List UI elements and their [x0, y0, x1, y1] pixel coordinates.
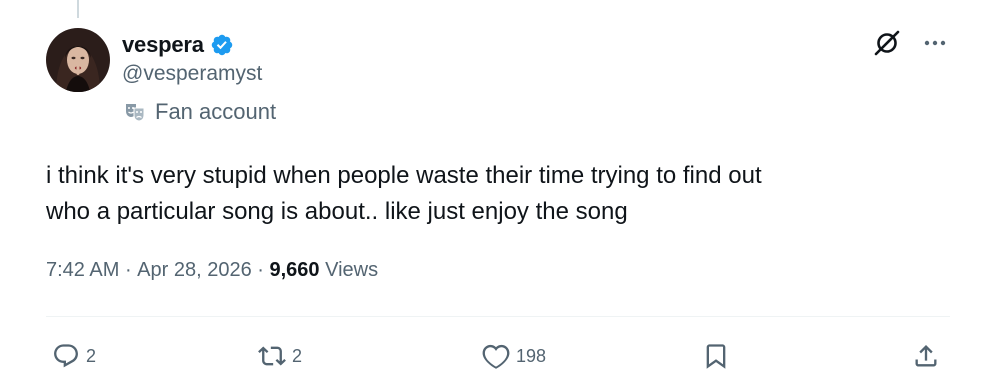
like-icon [482, 344, 510, 369]
tweet-top-actions [872, 28, 950, 58]
like-button[interactable]: 198 [482, 336, 546, 376]
tweet-text-line: who a particular song is about.. like ju… [46, 198, 628, 225]
author-name-row: vespera [122, 30, 234, 60]
author-display-name[interactable]: vespera [122, 32, 204, 58]
share-button[interactable] [912, 336, 940, 376]
tweet-text-line: i think it's very stupid when people was… [46, 162, 762, 189]
avatar-image [46, 28, 110, 92]
like-count: 198 [516, 345, 547, 366]
drama-masks-icon [124, 101, 146, 123]
reply-count: 2 [86, 345, 97, 366]
bookmark-button[interactable] [702, 336, 730, 376]
reply-button[interactable]: 2 [52, 336, 96, 376]
author-handle[interactable]: @vesperamyst [122, 62, 262, 86]
affiliation-label-text[interactable]: Fan account [155, 99, 276, 125]
meta-separator: · [251, 259, 270, 281]
tweet-time[interactable]: 7:42 AM [46, 259, 119, 282]
affiliation-label: Fan account [124, 99, 276, 125]
tweet-meta: 7:42 AM · Apr 28, 2026 · 9,660 Views [46, 259, 378, 282]
verified-badge-icon [210, 33, 234, 57]
bookmark-icon [706, 344, 726, 369]
share-icon [915, 345, 937, 367]
tweet-detail: vespera @vesperamyst Fan account i think… [0, 0, 1008, 390]
meta-separator: · [119, 259, 138, 281]
tweet-date[interactable]: Apr 28, 2026 [137, 259, 252, 282]
repost-icon [258, 346, 286, 366]
avatar[interactable] [46, 28, 110, 92]
repost-count: 2 [292, 345, 303, 366]
grok-icon[interactable] [872, 28, 902, 58]
thread-connector-line [77, 0, 79, 18]
more-options-icon[interactable] [920, 28, 950, 58]
tweet-text: i think it's very stupid when people was… [46, 158, 946, 230]
reply-icon [54, 344, 78, 368]
views-count: 9,660 [269, 259, 320, 281]
repost-button[interactable]: 2 [258, 336, 302, 376]
views-label: Views [325, 259, 379, 281]
divider [46, 316, 950, 317]
tweet-action-bar: 2 2 198 [46, 336, 950, 376]
